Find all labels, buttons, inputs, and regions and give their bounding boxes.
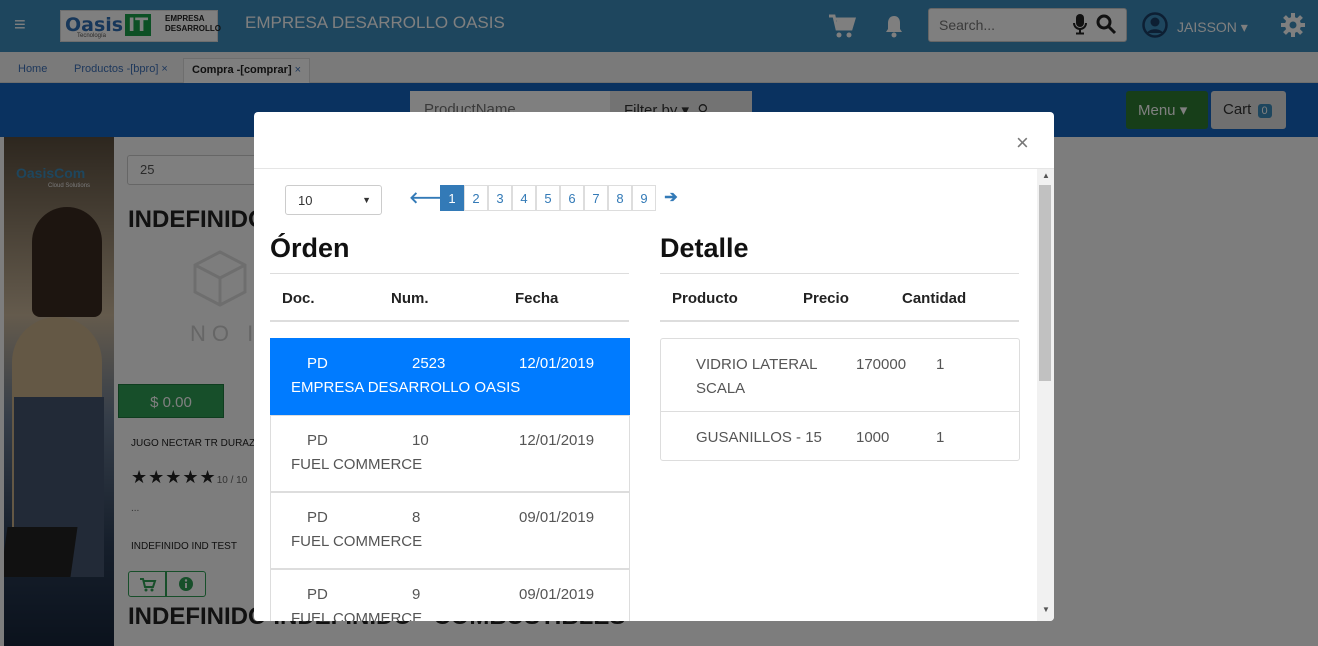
detalle-list: VIDRIO LATERAL SCALA 170000 1 GUSANILLOS… — [660, 338, 1020, 461]
page-button[interactable]: 2 — [464, 185, 488, 211]
divider — [660, 320, 1019, 322]
divider — [270, 273, 629, 274]
detalle-heading: Detalle — [660, 233, 749, 263]
scroll-down-arrow-icon[interactable]: ▼ — [1042, 605, 1050, 614]
col-header-producto: Producto — [672, 290, 738, 307]
col-header-fecha: Fecha — [515, 290, 559, 307]
divider — [270, 320, 629, 322]
prev-page-arrow-icon[interactable]: 🡐 — [409, 185, 452, 211]
orden-row[interactable]: PD 2523 12/01/2019 EMPRESA DESARROLLO OA… — [270, 338, 630, 415]
orden-row[interactable]: PD 8 09/01/2019 FUEL COMMERCE — [270, 492, 630, 569]
page-button[interactable]: 3 — [488, 185, 512, 211]
col-header-doc: Doc. — [282, 290, 315, 307]
scrollbar[interactable]: ▲ ▼ — [1037, 169, 1054, 621]
next-page-arrow-icon[interactable]: ➔ — [659, 185, 683, 211]
orders-modal: × 10 ▼ 🡐 1 2 3 4 5 6 7 8 9 ➔ Órden Detall… — [254, 112, 1054, 621]
scrollbar-thumb[interactable] — [1039, 185, 1051, 381]
modal-body: 10 ▼ 🡐 1 2 3 4 5 6 7 8 9 ➔ Órden Detalle … — [254, 169, 1039, 621]
page-button[interactable]: 8 — [608, 185, 632, 211]
orden-row[interactable]: PD 9 09/01/2019 FUEL COMMERCE — [270, 569, 630, 621]
page-size-select[interactable]: 10 ▼ — [285, 185, 382, 215]
detalle-row[interactable]: GUSANILLOS - 15 1000 1 — [661, 412, 1019, 460]
col-header-num: Num. — [391, 290, 429, 307]
orden-heading: Órden — [270, 233, 350, 263]
page-button[interactable]: 4 — [512, 185, 536, 211]
modal-header: × — [254, 112, 1054, 169]
page-button[interactable]: 1 — [440, 185, 464, 211]
scroll-up-arrow-icon[interactable]: ▲ — [1042, 171, 1050, 180]
orden-row[interactable]: PD 10 12/01/2019 FUEL COMMERCE — [270, 415, 630, 492]
page-button[interactable]: 5 — [536, 185, 560, 211]
page-button[interactable]: 9 — [632, 185, 656, 211]
page-button[interactable]: 7 — [584, 185, 608, 211]
page-button[interactable]: 6 — [560, 185, 584, 211]
divider — [660, 273, 1019, 274]
detalle-row[interactable]: VIDRIO LATERAL SCALA 170000 1 — [661, 339, 1019, 412]
close-button[interactable]: × — [1016, 132, 1029, 154]
col-header-cantidad: Cantidad — [902, 290, 967, 307]
col-header-precio: Precio — [803, 290, 849, 307]
